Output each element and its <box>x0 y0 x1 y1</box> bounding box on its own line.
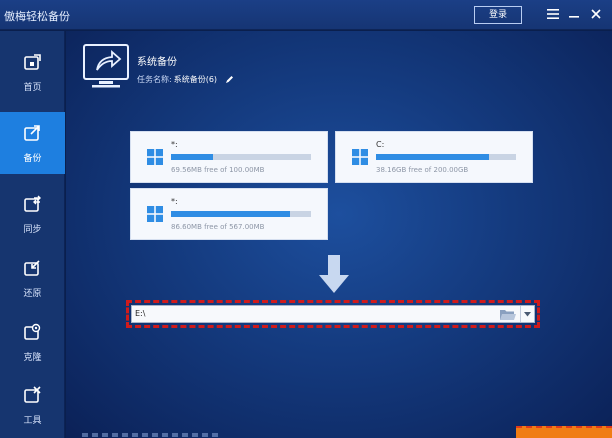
sidebar-item-sync[interactable]: 同步 <box>0 183 65 245</box>
drive-letter: C: <box>376 140 385 149</box>
windows-icon <box>352 149 368 165</box>
drive-size-text: 38.16GB free of 200.00GB <box>376 166 469 174</box>
sidebar-item-clone[interactable]: 克隆 <box>0 311 65 373</box>
arrow-down-icon <box>319 255 349 293</box>
destination-path-input[interactable]: E:\ <box>131 305 535 323</box>
task-title: 系统备份 <box>137 57 177 68</box>
system-backup-icon <box>82 43 132 91</box>
drive-letter: *: <box>171 197 178 206</box>
drive-usage-bar <box>171 154 311 160</box>
sidebar-item-tools[interactable]: 工具 <box>0 374 65 436</box>
sidebar-item-home[interactable]: 首页 <box>0 41 65 103</box>
drive-size-text: 69.56MB free of 100.00MB <box>171 166 265 174</box>
main-panel: 系统备份 任务名称: 系统备份(6) *: 69.56MB free of 10… <box>66 31 612 438</box>
sidebar-item-label: 同步 <box>23 224 42 235</box>
edit-pencil-icon[interactable] <box>225 75 234 84</box>
sidebar-item-label: 备份 <box>23 153 42 164</box>
drive-usage-fill <box>376 154 490 160</box>
clone-icon <box>23 322 43 345</box>
sidebar-item-label: 首页 <box>23 82 42 93</box>
drive-letter: *: <box>171 140 178 149</box>
drive-usage-fill <box>171 154 213 160</box>
source-drive-card[interactable]: *: 86.60MB free of 567.00MB <box>130 188 328 240</box>
sidebar-item-label: 还原 <box>23 288 42 299</box>
bottom-status-strip <box>82 433 222 437</box>
destination-dropdown-button[interactable] <box>520 306 534 322</box>
sync-icon <box>23 194 43 217</box>
destination-highlight: E:\ <box>126 300 540 328</box>
drive-usage-fill <box>171 211 290 217</box>
tools-icon <box>23 385 43 408</box>
drive-usage-bar <box>171 211 311 217</box>
folder-open-icon[interactable] <box>500 308 516 321</box>
sidebar: 首页 备份 同步 还原 克隆 工具 <box>0 31 65 438</box>
task-name-value: 系统备份(6) <box>173 75 218 84</box>
sidebar-item-restore[interactable]: 还原 <box>0 247 65 309</box>
source-drive-card[interactable]: *: 69.56MB free of 100.00MB <box>130 131 328 183</box>
chevron-down-icon <box>524 309 531 320</box>
drive-size-text: 86.60MB free of 567.00MB <box>171 223 265 231</box>
login-button[interactable]: 登录 <box>474 6 522 24</box>
start-backup-button[interactable] <box>516 426 612 438</box>
restore-icon <box>23 258 43 281</box>
close-icon[interactable] <box>588 6 604 22</box>
windows-icon <box>147 149 163 165</box>
drive-usage-bar <box>376 154 516 160</box>
menu-icon[interactable] <box>545 6 561 22</box>
task-name-row: 任务名称: 系统备份(6) <box>137 74 234 85</box>
backup-icon <box>23 123 43 146</box>
sidebar-item-label: 克隆 <box>23 352 42 363</box>
source-drive-card[interactable]: C: 38.16GB free of 200.00GB <box>335 131 533 183</box>
home-icon <box>23 52 43 75</box>
task-name-label: 任务名称: <box>137 75 172 84</box>
windows-icon <box>147 206 163 222</box>
sidebar-item-backup[interactable]: 备份 <box>0 112 65 174</box>
app-title: 傲梅轻松备份 <box>4 10 70 23</box>
title-bar: 傲梅轻松备份 登录 <box>0 0 612 30</box>
destination-path-value: E:\ <box>135 309 146 318</box>
minimize-icon[interactable] <box>566 6 582 22</box>
sidebar-item-label: 工具 <box>23 415 42 426</box>
